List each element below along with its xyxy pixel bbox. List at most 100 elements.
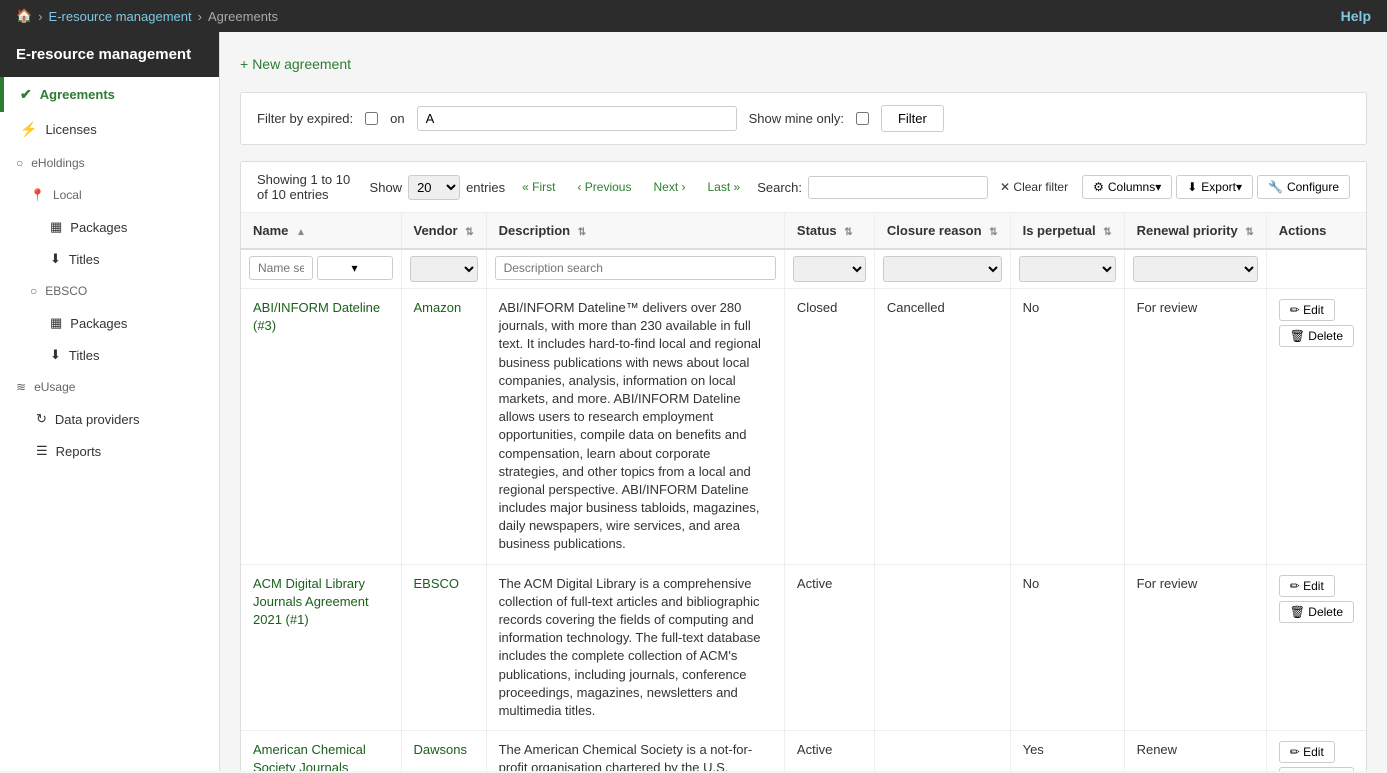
sidebar-item-licenses[interactable]: ⚡ Licenses — [0, 112, 219, 147]
wrench-icon: 🔧 — [1268, 180, 1283, 194]
home-icon[interactable]: 🏠 — [16, 8, 32, 24]
edit-button-1[interactable]: ✏ Edit — [1279, 299, 1335, 321]
renewal-sort-icon: ⇅ — [1245, 227, 1253, 238]
name-filter-input[interactable] — [249, 256, 313, 280]
description-filter-input[interactable] — [495, 256, 776, 280]
columns-label: Columns▾ — [1108, 180, 1161, 194]
col-vendor[interactable]: Vendor ⇅ — [401, 213, 486, 249]
filter-date-input[interactable] — [417, 106, 737, 131]
export-button[interactable]: ⬇ Export▾ — [1176, 175, 1253, 199]
sidebar-item-reports[interactable]: ☰ Reports — [0, 435, 219, 467]
col-status[interactable]: Status ⇅ — [784, 213, 874, 249]
main-content: + Showing 1 to 10 of 10 entries New agre… — [220, 32, 1387, 771]
search-control: Search: ✕ Clear filter — [757, 176, 1074, 199]
col-renewal-priority[interactable]: Renewal priority ⇅ — [1124, 213, 1266, 249]
agreement-link-1[interactable]: ABI/INFORM Dateline (#3) — [253, 300, 380, 333]
delete-button-1[interactable]: 🗑 Delete — [1279, 325, 1354, 347]
table-row: American Chemical Society Journals Agree… — [241, 731, 1366, 771]
sidebar-item-agreements[interactable]: ✔ Agreements — [0, 77, 219, 112]
configure-button[interactable]: 🔧 Configure — [1257, 175, 1350, 199]
new-agreement-button[interactable]: + Showing 1 to 10 of 10 entries New agre… — [240, 52, 351, 76]
sidebar-item-local[interactable]: 📍 Local — [0, 179, 219, 211]
local-packages-icon: ▦ — [50, 219, 62, 235]
sidebar-item-eholdings-label: eHoldings — [31, 156, 84, 170]
filter-row: ▾ — [241, 249, 1366, 289]
status-filter-select[interactable] — [793, 256, 866, 282]
breadcrumb-separator: › — [38, 9, 42, 24]
actions-cell-3: ✏ Edit 🗑 Delete — [1266, 731, 1366, 771]
eholdings-icon: ○ — [16, 156, 23, 170]
closure-reason-cell-1: Cancelled — [874, 289, 1010, 565]
vendor-filter-select[interactable] — [410, 256, 478, 282]
col-description[interactable]: Description ⇅ — [486, 213, 784, 249]
filter-bar: Filter by expired: on Show mine only: Fi… — [240, 92, 1367, 145]
agreement-link-2[interactable]: ACM Digital Library Journals Agreement 2… — [253, 576, 369, 627]
sidebar-item-licenses-label: Licenses — [45, 122, 96, 137]
table-toolbar: Showing 1 to 10 of 10 entries Show 20 10… — [241, 162, 1366, 213]
closure-sort-icon: ⇅ — [989, 227, 997, 238]
vendor-link-3[interactable]: Dawsons — [414, 742, 467, 757]
show-mine-checkbox[interactable] — [856, 112, 869, 125]
columns-button[interactable]: ⚙ Columns▾ — [1082, 175, 1172, 199]
actions-cell-2: ✏ Edit 🗑 Delete — [1266, 564, 1366, 731]
sidebar-item-local-packages[interactable]: ▦ Packages — [0, 211, 219, 243]
ebsco-icon: ○ — [30, 284, 37, 298]
sidebar-item-ebsco[interactable]: ○ EBSCO — [0, 275, 219, 307]
clear-filter-button[interactable]: ✕ Clear filter — [994, 177, 1074, 197]
licenses-icon: ⚡ — [20, 121, 37, 138]
show-label: Show — [370, 180, 403, 195]
sidebar-item-eusage[interactable]: ≋ eUsage — [0, 371, 219, 403]
sidebar-item-data-providers[interactable]: ↻ Data providers — [0, 403, 219, 435]
sidebar-item-local-titles[interactable]: ⬇ Titles — [0, 243, 219, 275]
ebsco-packages-icon: ▦ — [50, 315, 62, 331]
prev-button[interactable]: ‹ Previous — [568, 176, 640, 198]
filter-button[interactable]: Filter — [881, 105, 944, 132]
sidebar-item-ebsco-titles[interactable]: ⬇ Titles — [0, 339, 219, 371]
agreements-icon: ✔ — [20, 86, 32, 103]
sidebar-item-ebsco-label: EBSCO — [45, 284, 87, 298]
description-cell-1: ABI/INFORM Dateline™ delivers over 280 j… — [486, 289, 784, 565]
status-cell-3: Active — [784, 731, 874, 771]
table-row: ABI/INFORM Dateline (#3) Amazon ABI/INFO… — [241, 289, 1366, 565]
name-filter-dropdown[interactable]: ▾ — [317, 256, 393, 280]
closure-filter-select[interactable] — [883, 256, 1002, 282]
sidebar-item-agreements-label: Agreements — [40, 87, 115, 102]
plus-icon: + — [240, 56, 248, 72]
sidebar-item-ebsco-packages-label: Packages — [70, 316, 127, 331]
status-sort-icon: ⇅ — [844, 227, 852, 238]
local-titles-icon: ⬇ — [50, 251, 61, 267]
help-link[interactable]: Help — [1341, 8, 1371, 24]
vendor-link-1[interactable]: Amazon — [414, 300, 462, 315]
col-name[interactable]: Name ▲ — [241, 213, 401, 249]
on-label: on — [390, 111, 404, 126]
sidebar-item-ebsco-packages[interactable]: ▦ Packages — [0, 307, 219, 339]
actions-cell-1: ✏ Edit 🗑 Delete — [1266, 289, 1366, 565]
next-button[interactable]: Next › — [644, 176, 694, 198]
vendor-link-2[interactable]: EBSCO — [414, 576, 460, 591]
entries-select[interactable]: 20 10 50 100 — [408, 175, 460, 200]
col-is-perpetual[interactable]: Is perpetual ⇅ — [1010, 213, 1124, 249]
col-closure-reason[interactable]: Closure reason ⇅ — [874, 213, 1010, 249]
entries-label: entries — [466, 180, 505, 195]
sidebar-item-eusage-label: eUsage — [34, 380, 75, 394]
delete-button-3[interactable]: 🗑 Delete — [1279, 767, 1354, 771]
last-button[interactable]: Last » — [699, 176, 750, 198]
perpetual-filter-select[interactable] — [1019, 256, 1116, 282]
filter-expired-checkbox[interactable] — [365, 112, 378, 125]
pagination: « First ‹ Previous Next › Last » — [513, 176, 749, 198]
table-row: ACM Digital Library Journals Agreement 2… — [241, 564, 1366, 731]
breadcrumb-separator2: › — [198, 9, 202, 24]
show-mine-label: Show mine only: — [749, 111, 844, 126]
edit-button-3[interactable]: ✏ Edit — [1279, 741, 1335, 763]
delete-button-2[interactable]: 🗑 Delete — [1279, 601, 1354, 623]
edit-button-2[interactable]: ✏ Edit — [1279, 575, 1335, 597]
search-input[interactable] — [808, 176, 988, 199]
first-button[interactable]: « First — [513, 176, 564, 198]
sidebar-item-eholdings[interactable]: ○ eHoldings — [0, 147, 219, 179]
configure-label: Configure — [1287, 180, 1339, 194]
breadcrumb-eresource[interactable]: E-resource management — [49, 9, 192, 24]
status-cell-1: Closed — [784, 289, 874, 565]
description-cell-3: The American Chemical Society is a not-f… — [486, 731, 784, 771]
renewal-filter-select[interactable] — [1133, 256, 1258, 282]
agreement-link-3[interactable]: American Chemical Society Journals Agree… — [253, 742, 382, 771]
